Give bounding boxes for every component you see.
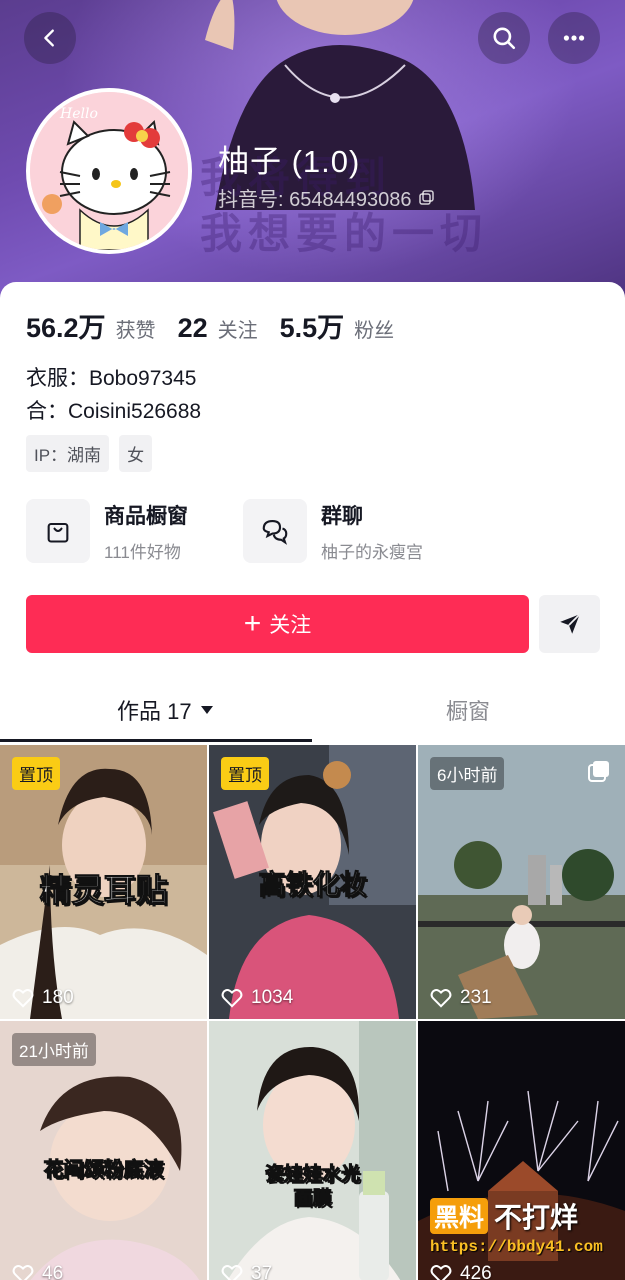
send-message-button[interactable] <box>539 595 600 653</box>
heart-icon <box>221 989 243 1008</box>
group-chat-entry[interactable]: 群聊 柚子的永瘦宫 <box>243 499 423 563</box>
like-count-value: 180 <box>42 987 74 1008</box>
like-count-value: 37 <box>251 1263 273 1280</box>
shop-window-entry[interactable]: 商品橱窗 111件好物 <box>26 499 188 563</box>
watermark-text: 不打烊 <box>494 1202 579 1233</box>
plus-icon: + <box>243 607 262 640</box>
bio-line: 衣服：Bobo97345 <box>26 367 197 390</box>
follow-button[interactable]: + 关注 <box>26 595 529 653</box>
like-count: 231 <box>430 987 492 1009</box>
video-caption: 花间颂粉底液 <box>43 1159 164 1182</box>
chat-bubbles-icon <box>243 499 307 563</box>
video-cover-image <box>209 1021 416 1280</box>
post-time-badge: 6小时前 <box>430 757 505 790</box>
stat-likes[interactable]: 56.2万 获赞 <box>26 306 156 345</box>
like-count-value: 1034 <box>251 987 294 1008</box>
search-icon <box>493 27 516 50</box>
paper-plane-icon <box>559 613 580 634</box>
pinned-badge: 置顶 <box>221 757 269 790</box>
video-thumbnail[interactable]: 瓷娃娃水光 面膜 37 <box>209 1021 416 1280</box>
more-options-button[interactable] <box>548 12 600 64</box>
shopping-bag-icon <box>26 499 90 563</box>
follow-label: 关注 <box>269 614 312 637</box>
entry-subtitle: 111件好物 <box>104 542 181 562</box>
tab-active-indicator <box>0 739 312 742</box>
heart-icon <box>221 1265 243 1280</box>
tab-works[interactable]: 作品 17 <box>117 694 214 726</box>
stat-value: 22 <box>177 313 208 343</box>
stats-row: 56.2万 获赞 22 关注 5.5万 粉丝 <box>26 306 416 345</box>
video-thumbnail[interactable]: 21小时前 花间颂粉底液 46 <box>0 1021 207 1280</box>
stat-followers[interactable]: 5.5万 粉丝 <box>280 306 395 345</box>
like-count-value: 46 <box>42 1263 64 1280</box>
watermark-url: https://bbdy41.com <box>430 1238 603 1256</box>
tab-label: 橱窗 <box>446 699 491 724</box>
content-tabs: 作品 17 橱窗 <box>0 682 625 744</box>
like-count-value: 231 <box>460 987 492 1008</box>
site-watermark: 黑料 不打烊 https://bbdy41.com <box>430 1196 620 1256</box>
video-thumbnail[interactable]: 置顶 高铁化妆 1034 <box>209 745 416 1019</box>
like-count: 46 <box>12 1263 63 1280</box>
heart-icon <box>430 1265 452 1280</box>
watermark-logo-text: 黑料 <box>430 1198 489 1234</box>
post-time-badge: 21小时前 <box>12 1033 96 1066</box>
stat-label: 粉丝 <box>354 320 395 342</box>
multi-image-icon <box>588 761 609 782</box>
douyin-id[interactable]: 抖音号: 65484493086 <box>218 183 435 212</box>
banner-text-line2: 我想要的一切 <box>200 209 489 258</box>
tag-ip-location: IP：湖南 <box>26 435 110 472</box>
svg-text:Hello: Hello <box>59 106 98 122</box>
entry-title: 商品橱窗 <box>104 504 188 528</box>
like-count: 426 <box>430 1263 492 1280</box>
video-thumbnail[interactable]: 置顶 精灵耳贴 180 <box>0 745 207 1019</box>
stat-value: 5.5万 <box>279 313 345 343</box>
tab-label: 作品 17 <box>117 699 192 724</box>
video-caption: 精灵耳贴 <box>39 872 168 909</box>
hello-kitty-avatar-image: Hello <box>30 92 188 250</box>
profile-tags: IP：湖南 女 <box>26 435 153 472</box>
bio: 衣服：Bobo97345 合：Coisini526688 <box>26 362 201 428</box>
tag-gender: 女 <box>119 435 153 472</box>
entry-title: 群聊 <box>321 504 363 528</box>
stat-label: 关注 <box>217 320 258 342</box>
like-count: 37 <box>221 1263 272 1280</box>
more-horizontal-icon <box>563 35 585 41</box>
back-button[interactable] <box>24 12 76 64</box>
bio-line: 合：Coisini526688 <box>26 400 202 423</box>
search-button[interactable] <box>478 12 530 64</box>
copy-icon[interactable] <box>419 189 435 206</box>
stat-following[interactable]: 22 关注 <box>178 313 258 344</box>
like-count: 1034 <box>221 987 293 1009</box>
profile-banner: 我将得到 我想要的一切 Hello 柚子 (1.0) 抖音号: 65484493… <box>0 0 625 300</box>
like-count-value: 426 <box>460 1263 492 1280</box>
avatar[interactable]: Hello <box>26 88 192 254</box>
pinned-badge: 置顶 <box>12 757 60 790</box>
douyin-id-text: 抖音号: 65484493086 <box>218 189 412 211</box>
video-caption: 瓷娃娃水光 面膜 <box>264 1164 360 1210</box>
stat-value: 56.2万 <box>26 313 106 343</box>
tab-shop-window[interactable]: 橱窗 <box>446 694 490 726</box>
stat-label: 获赞 <box>115 320 156 342</box>
caret-down-icon[interactable] <box>200 705 214 715</box>
profile-name: 柚子 (1.0) <box>218 144 361 179</box>
heart-icon <box>12 1265 34 1280</box>
heart-icon <box>12 989 34 1008</box>
chevron-left-icon <box>44 29 54 47</box>
entry-subtitle: 柚子的永瘦宫 <box>321 542 423 562</box>
video-caption: 高铁化妆 <box>258 870 367 901</box>
video-thumbnail[interactable]: 6小时前 231 <box>418 745 625 1019</box>
like-count: 180 <box>12 987 74 1009</box>
heart-icon <box>430 989 452 1008</box>
